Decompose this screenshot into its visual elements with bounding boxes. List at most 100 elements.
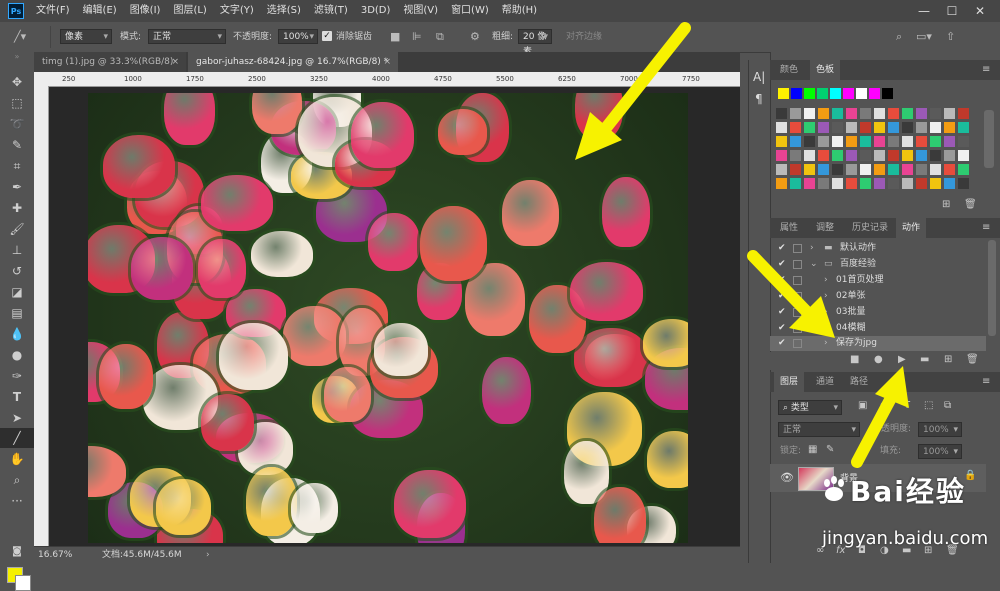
tab-color[interactable]: 颜色 <box>774 60 804 80</box>
swatch[interactable] <box>930 178 941 189</box>
swatch[interactable] <box>846 150 857 161</box>
type-tool-icon[interactable]: T <box>0 387 34 407</box>
antialias-checkbox[interactable]: ✓ <box>322 31 332 41</box>
tab-timg[interactable]: timg (1).jpg @ 33.3%(RGB/8) × <box>34 52 186 72</box>
tab-gabor-juhasz[interactable]: gabor-juhasz-68424.jpg @ 16.7%(RGB/8) * … <box>188 52 398 72</box>
swatch[interactable] <box>818 150 829 161</box>
workspace-icon[interactable]: ▭▾ <box>916 22 932 52</box>
swatch[interactable] <box>874 108 885 119</box>
actions-scrollbar[interactable] <box>988 240 996 336</box>
swatch[interactable] <box>818 122 829 133</box>
visibility-eye-icon[interactable]: 👁 <box>780 471 794 484</box>
swatch[interactable] <box>804 178 815 189</box>
swatch[interactable] <box>843 88 854 99</box>
layer-opacity-input[interactable]: 100% <box>918 422 962 438</box>
swatch[interactable] <box>790 122 801 133</box>
swatch[interactable] <box>846 108 857 119</box>
path-operations-icon[interactable]: ■ <box>390 22 400 52</box>
swatch[interactable] <box>888 136 899 147</box>
quick-mask-icon[interactable]: ◙ <box>0 542 34 562</box>
menu-help[interactable]: 帮助(H) <box>502 0 537 22</box>
swatch[interactable] <box>776 108 787 119</box>
menu-type[interactable]: 文字(Y) <box>220 0 254 22</box>
swatch[interactable] <box>776 150 787 161</box>
swatch[interactable] <box>818 178 829 189</box>
minimize-button[interactable]: — <box>910 0 938 22</box>
swatch[interactable] <box>902 122 913 133</box>
swatch[interactable] <box>790 164 801 175</box>
swatch[interactable] <box>818 164 829 175</box>
maximize-button[interactable]: ☐ <box>938 0 966 22</box>
menu-select[interactable]: 选择(S) <box>267 0 301 22</box>
swatch[interactable] <box>874 178 885 189</box>
swatch[interactable] <box>944 178 955 189</box>
swatch[interactable] <box>930 108 941 119</box>
zoom-level[interactable]: 16.67% <box>38 547 72 564</box>
tab-channels[interactable]: 通道 <box>810 372 840 392</box>
swatch[interactable] <box>958 164 969 175</box>
swatch[interactable] <box>888 178 899 189</box>
delete-action-icon[interactable]: 🗑 <box>966 354 979 365</box>
move-tool-icon[interactable]: ✥ <box>0 72 34 92</box>
swatch[interactable] <box>804 164 815 175</box>
marquee-tool-icon[interactable]: ⬚ <box>0 93 34 113</box>
swatch[interactable] <box>902 108 913 119</box>
lock-paint-icon[interactable]: ✎ <box>826 444 834 455</box>
swatch[interactable] <box>902 164 913 175</box>
blur-tool-icon[interactable]: 💧 <box>0 324 34 344</box>
panel-menu-icon[interactable]: ≡ <box>982 64 990 75</box>
swatch[interactable] <box>874 122 885 133</box>
swatch[interactable] <box>888 164 899 175</box>
delete-swatch-icon[interactable]: 🗑 <box>964 199 977 210</box>
menu-3d[interactable]: 3D(D) <box>361 0 391 22</box>
swatch[interactable] <box>902 136 913 147</box>
share-icon[interactable]: ⇧ <box>946 22 955 52</box>
swatch[interactable] <box>790 150 801 161</box>
swatch[interactable] <box>830 88 841 99</box>
tab-actions[interactable]: 动作 <box>896 218 927 238</box>
swatch[interactable] <box>790 136 801 147</box>
swatch[interactable] <box>832 108 843 119</box>
collapse-icon[interactable]: » <box>0 52 34 62</box>
menu-edit[interactable]: 编辑(E) <box>83 0 117 22</box>
swatch[interactable] <box>869 88 880 99</box>
lasso-tool-icon[interactable]: ➰ <box>0 114 34 134</box>
photoshop-logo[interactable]: Ps <box>8 3 24 19</box>
filter-shape-icon[interactable]: ⬚ <box>924 400 933 411</box>
tab-adjustments[interactable]: 调整 <box>810 218 840 238</box>
swatch[interactable] <box>790 178 801 189</box>
swatch[interactable] <box>944 108 955 119</box>
line-tool-active-icon[interactable]: ╱ <box>0 428 34 448</box>
status-menu-icon[interactable]: › <box>206 547 210 564</box>
swatch[interactable] <box>804 150 815 161</box>
menu-image[interactable]: 图像(I) <box>130 0 161 22</box>
tab-swatches[interactable]: 色板 <box>810 60 841 80</box>
swatch[interactable] <box>888 108 899 119</box>
swatch[interactable] <box>930 164 941 175</box>
swatch[interactable] <box>860 108 871 119</box>
swatch[interactable] <box>860 122 871 133</box>
swatch[interactable] <box>930 136 941 147</box>
dodge-tool-icon[interactable]: ● <box>0 345 34 365</box>
swatch[interactable] <box>776 178 787 189</box>
swatch[interactable] <box>791 88 802 99</box>
swatch[interactable] <box>860 150 871 161</box>
gradient-tool-icon[interactable]: ▤ <box>0 303 34 323</box>
swatch[interactable] <box>804 122 815 133</box>
swatch[interactable] <box>944 136 955 147</box>
swatch[interactable] <box>776 136 787 147</box>
swatch[interactable] <box>874 150 885 161</box>
swatch[interactable] <box>958 108 969 119</box>
swatch[interactable] <box>832 150 843 161</box>
swatch[interactable] <box>860 178 871 189</box>
swatch[interactable] <box>776 122 787 133</box>
tab-properties[interactable]: 属性 <box>774 218 804 238</box>
swatch[interactable] <box>944 164 955 175</box>
swatch[interactable] <box>804 136 815 147</box>
swatch[interactable] <box>916 136 927 147</box>
menu-filter[interactable]: 滤镜(T) <box>314 0 348 22</box>
swatch[interactable] <box>916 150 927 161</box>
panel-menu-icon[interactable]: ≡ <box>982 376 990 387</box>
swatch[interactable] <box>902 178 913 189</box>
swatch[interactable] <box>930 150 941 161</box>
